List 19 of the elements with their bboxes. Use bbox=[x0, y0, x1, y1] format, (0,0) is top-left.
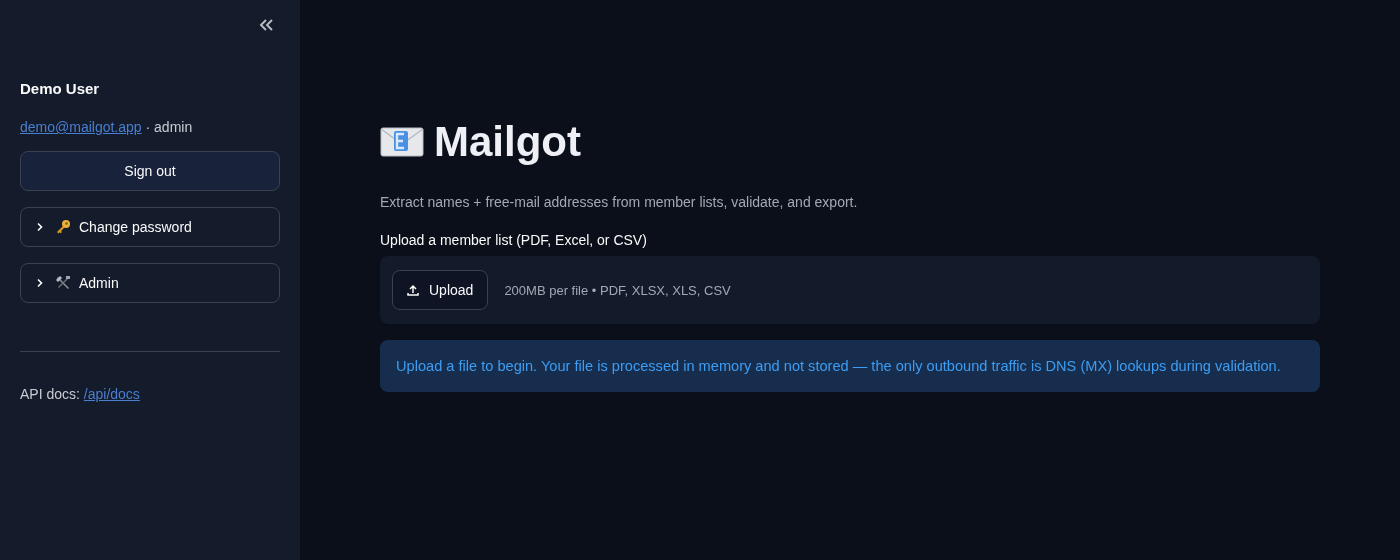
api-docs-label: API docs: bbox=[20, 386, 80, 402]
app-title: Mailgot bbox=[434, 118, 581, 166]
uploader-label: Upload a member list (PDF, Excel, or CSV) bbox=[380, 232, 648, 248]
upload-icon bbox=[407, 284, 419, 296]
user-role: · admin bbox=[145, 119, 193, 135]
upload-button[interactable]: Upload bbox=[392, 270, 489, 310]
expander-header[interactable]: Admin bbox=[20, 263, 280, 303]
email-link[interactable]: demo@mailgot.app bbox=[20, 119, 142, 135]
user-name: Demo User bbox=[20, 80, 101, 97]
upload-hint: 200MB per file • PDF, XLSX, XLS, CSV bbox=[504, 282, 731, 298]
expander-header[interactable]: Change password bbox=[20, 207, 280, 247]
envelope-icon bbox=[380, 125, 424, 159]
hammer-and-wrench-icon bbox=[55, 275, 71, 291]
key-icon bbox=[55, 219, 71, 235]
info-message: Upload a file to begin. Your file is processed in memory and not stored — the only outbound traffic is DNS (MX) lookups during validation. bbox=[380, 340, 1320, 392]
api-docs-link[interactable]: /api/docs bbox=[83, 386, 140, 402]
file-dropzone[interactable]: Upload 200MB per file • PDF, XLSX, XLS, CSV bbox=[380, 256, 1320, 324]
sign-out-button[interactable]: Sign out bbox=[20, 151, 280, 191]
app-description: Extract names + free-mail addresses from member lists, validate, and export. bbox=[380, 194, 859, 210]
